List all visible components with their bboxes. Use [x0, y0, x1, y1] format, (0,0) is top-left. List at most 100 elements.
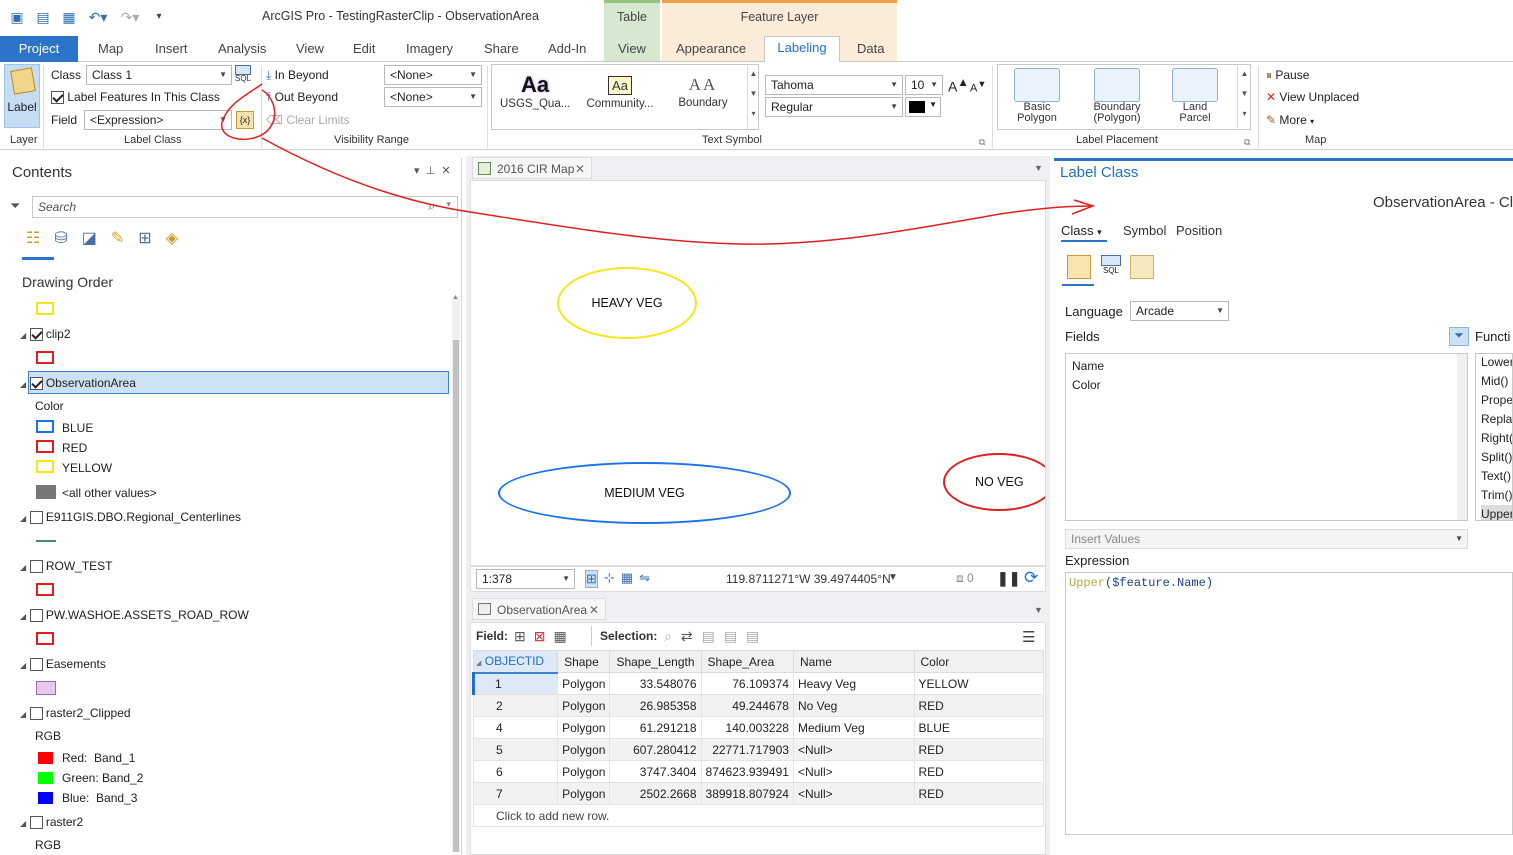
more-button[interactable]: ✎ More ▾: [1266, 113, 1314, 127]
language-dropdown[interactable]: Arcade ▼: [1130, 301, 1229, 321]
data-source-icon[interactable]: ⛁: [54, 228, 67, 248]
calculate-field-icon[interactable]: ▦: [553, 628, 566, 645]
table-row[interactable]: 1 Polygon 33.548076 76.109374 Heavy Veg …: [471, 672, 1045, 695]
symbol-yellow-class[interactable]: [36, 460, 54, 473]
text-symbol-launcher-icon[interactable]: ⧉: [979, 137, 985, 148]
font-style-dropdown[interactable]: Regular ▼: [765, 97, 903, 117]
insert-values-dropdown[interactable]: Insert Values ▼: [1065, 529, 1468, 549]
function-item[interactable]: Right(: [1481, 429, 1512, 448]
placement-land-parcel[interactable]: Land Parcel: [1166, 68, 1224, 124]
copy-selection-icon[interactable]: ▤: [746, 628, 759, 645]
col-shape[interactable]: Shape: [557, 650, 611, 673]
function-item[interactable]: Replac: [1481, 410, 1512, 429]
selection-view-icon[interactable]: ◪: [82, 228, 97, 248]
text-style-usgs[interactable]: Aa USGS_Qua...: [500, 72, 570, 110]
clear-selection-icon[interactable]: ▤: [702, 628, 715, 645]
placement-boundary-polygon[interactable]: Boundary (Polygon): [1086, 68, 1148, 124]
col-name[interactable]: Name: [792, 650, 915, 673]
subtab-position[interactable]: Position: [1176, 223, 1222, 238]
tab-project[interactable]: Project: [0, 36, 78, 62]
fit-extent-icon[interactable]: ⊹: [604, 570, 615, 588]
contents-scrollbar[interactable]: ▲: [452, 294, 460, 852]
function-item-selected[interactable]: Upper: [1481, 505, 1512, 520]
layer-observation-area[interactable]: ◢ ObservationArea: [20, 376, 136, 391]
label-features-checkbox[interactable]: Label Features In This Class: [51, 90, 220, 105]
tab-analysis[interactable]: Analysis: [208, 38, 276, 62]
table-tab-dropdown-icon[interactable]: ▼: [1034, 605, 1043, 615]
function-item[interactable]: Trim(): [1481, 486, 1512, 505]
feature-medium-veg[interactable]: MEDIUM VEG: [498, 462, 791, 524]
subtab-class[interactable]: Class ▾: [1061, 223, 1102, 238]
layer-easements[interactable]: ◢ Easements: [20, 657, 106, 672]
text-style-community[interactable]: Aa Community...: [584, 72, 656, 110]
field-item-color[interactable]: Color: [1072, 378, 1101, 392]
function-item[interactable]: Mid(): [1481, 372, 1512, 391]
redo-icon[interactable]: ↷▾: [118, 8, 142, 26]
in-beyond-button[interactable]: ⤓ In Beyond: [266, 68, 329, 83]
symbol-blue[interactable]: [36, 420, 54, 433]
layer-road-row[interactable]: ◢ PW.WASHOE.ASSETS_ROAD_ROW: [20, 608, 249, 623]
expression-tab-icon[interactable]: [1067, 255, 1091, 279]
function-item[interactable]: Text(): [1481, 467, 1512, 486]
rotate-icon[interactable]: ⇋: [639, 570, 650, 588]
open-project-icon[interactable]: ▤: [34, 8, 52, 26]
map-tab-dropdown-icon[interactable]: ▼: [1034, 163, 1043, 173]
out-beyond-dropdown[interactable]: <None> ▼: [384, 87, 482, 107]
tab-appearance[interactable]: Appearance: [666, 38, 756, 62]
col-shape-length[interactable]: Shape_Length: [609, 650, 702, 673]
tab-labeling[interactable]: Labeling: [764, 36, 840, 63]
add-field-icon[interactable]: ⊞: [514, 628, 526, 645]
customize-qat-icon[interactable]: ▾: [150, 8, 168, 26]
placement-basic-polygon[interactable]: Basic Polygon: [1006, 68, 1068, 124]
function-item[interactable]: Proper: [1481, 391, 1512, 410]
out-beyond-button[interactable]: ⤒ Out Beyond: [266, 90, 338, 105]
symbol-red[interactable]: [36, 440, 54, 453]
fields-list-scrollbar[interactable]: [1457, 354, 1467, 520]
pause-button[interactable]: ⏸ Pause: [1266, 68, 1309, 83]
map-canvas[interactable]: HEAVY VEG MEDIUM VEG NO VEG: [470, 180, 1046, 566]
field-item-name[interactable]: Name: [1072, 359, 1104, 373]
table-menu-icon[interactable]: ☰: [1022, 628, 1035, 646]
map-scale-dropdown[interactable]: 1:378 ▼: [476, 569, 575, 589]
layer-raster2[interactable]: ◢ raster2: [20, 815, 83, 830]
feature-heavy-veg[interactable]: HEAVY VEG: [557, 267, 697, 339]
text-style-boundary[interactable]: AA Boundary: [670, 72, 736, 109]
save-project-icon[interactable]: ▦: [60, 8, 78, 26]
sql-query-icon[interactable]: SQL: [235, 65, 255, 87]
tab-map[interactable]: Map: [88, 38, 133, 62]
tab-imagery[interactable]: Imagery: [396, 38, 463, 62]
new-project-icon[interactable]: ▣: [8, 8, 26, 26]
tab-add-in[interactable]: Add-In: [538, 38, 596, 62]
symbol-yellow[interactable]: [36, 302, 54, 315]
snapping-view-icon[interactable]: ⊞: [138, 228, 151, 248]
table-row[interactable]: 5 Polygon 607.280412 22771.717903 <Null>…: [472, 738, 1045, 761]
shrink-font-button[interactable]: A▼: [970, 79, 986, 95]
view-unplaced-button[interactable]: ✕ View Unplaced: [1266, 90, 1359, 104]
grid-icon[interactable]: ▦: [621, 570, 633, 588]
class-other-label[interactable]: <all other values>: [62, 486, 157, 500]
clear-limits-button[interactable]: ⌫ Clear Limits: [266, 113, 350, 127]
tab-edit[interactable]: Edit: [343, 38, 385, 62]
filter-icon[interactable]: ⏷: [10, 198, 20, 214]
zoom-to-selection-icon[interactable]: ⌕: [664, 628, 672, 645]
tab-data[interactable]: Data: [847, 38, 894, 62]
undo-icon[interactable]: ↶▾: [86, 8, 110, 26]
subtab-symbol[interactable]: Symbol: [1123, 223, 1166, 238]
sql-query-tab-icon[interactable]: SQL: [1099, 255, 1123, 279]
pause-drawing-icon[interactable]: ❚❚: [997, 570, 1020, 587]
visibility-tab-icon[interactable]: [1130, 255, 1154, 279]
col-color[interactable]: Color: [913, 650, 1045, 673]
symbol-clip2[interactable]: [36, 351, 54, 364]
editing-view-icon[interactable]: ✎: [111, 228, 124, 248]
labeling-view-icon[interactable]: ◈: [166, 228, 178, 248]
text-color-picker[interactable]: ▼: [905, 97, 941, 117]
font-name-dropdown[interactable]: Tahoma ▼: [765, 75, 903, 95]
symbol-row-test[interactable]: [36, 583, 54, 596]
in-beyond-dropdown[interactable]: <None> ▼: [384, 65, 482, 85]
drawing-order-icon[interactable]: ☷: [26, 228, 40, 248]
symbol-road-row[interactable]: [36, 632, 54, 645]
symbol-centerline[interactable]: [36, 540, 56, 542]
close-map-tab-icon[interactable]: ✕: [575, 158, 585, 180]
function-item[interactable]: Lower: [1481, 354, 1512, 372]
col-objectid[interactable]: ◢ OBJECTID: [472, 650, 559, 674]
